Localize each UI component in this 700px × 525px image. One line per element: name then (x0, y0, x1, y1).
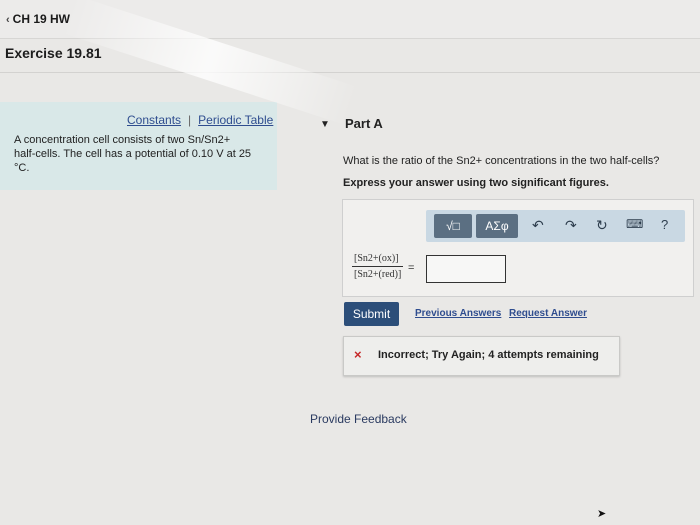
redo-icon[interactable]: ↷ (565, 217, 577, 234)
constants-link[interactable]: Constants (127, 113, 181, 127)
sidebar-links: Constants | Periodic Table (127, 113, 273, 127)
chevron-left-icon: ‹ (6, 14, 10, 26)
problem-description: A concentration cell consists of two Sn/… (14, 133, 269, 175)
previous-answers-link[interactable]: Previous Answers (415, 308, 501, 319)
reset-icon[interactable]: ↻ (596, 217, 608, 234)
instruction-text: Express your answer using two significan… (343, 177, 609, 189)
provide-feedback-link[interactable]: Provide Feedback (310, 412, 407, 426)
equals-sign: = (408, 262, 415, 274)
collapse-arrow-icon[interactable]: ▼ (320, 119, 330, 130)
question-text: What is the ratio of the Sn2+ concentrat… (343, 155, 660, 167)
link-separator: | (188, 113, 192, 127)
error-icon: × (354, 347, 362, 362)
ratio-numerator: [Sn2+(ox)] (352, 253, 404, 267)
math-toolbar: √□ ΑΣφ ↶ ↷ ↻ ⌨ ? (426, 210, 685, 242)
description-line-3: °C. (14, 162, 30, 174)
greek-symbols-button[interactable]: ΑΣφ (476, 214, 518, 238)
exercise-title: Exercise 19.81 (5, 45, 102, 61)
mouse-cursor-icon: ➤ (597, 508, 607, 520)
submit-button[interactable]: Submit (344, 302, 399, 326)
keyboard-icon[interactable]: ⌨ (626, 217, 643, 231)
description-line-1: A concentration cell consists of two Sn/… (14, 134, 231, 146)
top-bar: ‹ CH 19 HW (0, 0, 700, 39)
back-link-label: CH 19 HW (12, 12, 71, 26)
feedback-message: Incorrect; Try Again; 4 attempts remaini… (378, 349, 599, 361)
description-line-2: half-cells. The cell has a potential of … (14, 148, 252, 160)
ratio-denominator: [Sn2+(red)] (354, 269, 402, 280)
feedback-box: × Incorrect; Try Again; 4 attempts remai… (343, 336, 620, 376)
ratio-fraction: [Sn2+(ox)] [Sn2+(red)] (352, 253, 404, 280)
template-button[interactable]: √□ (434, 214, 472, 238)
divider (0, 72, 700, 73)
periodic-table-link[interactable]: Periodic Table (198, 113, 273, 127)
help-button[interactable]: ? (661, 217, 668, 232)
back-link[interactable]: ‹ CH 19 HW (6, 12, 70, 26)
part-title: Part A (345, 116, 383, 131)
request-answer-link[interactable]: Request Answer (509, 308, 587, 319)
undo-icon[interactable]: ↶ (532, 217, 544, 234)
answer-input[interactable] (426, 255, 506, 283)
